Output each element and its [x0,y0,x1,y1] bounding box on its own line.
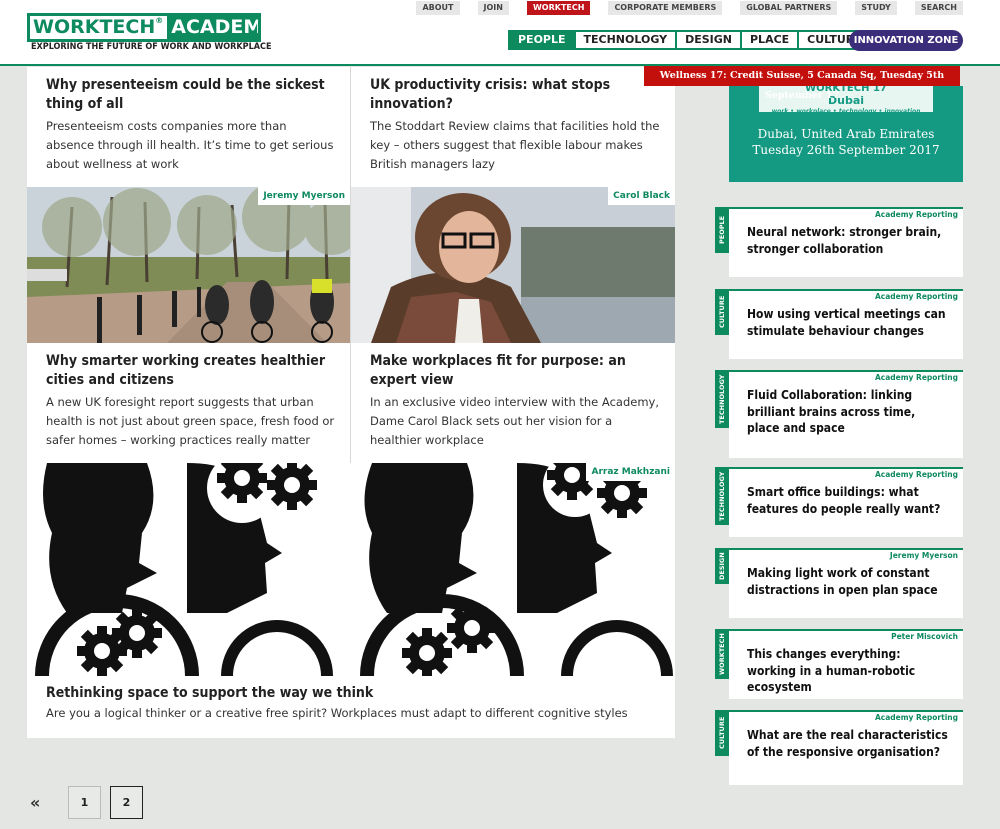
article-author-tag: Carol Black [608,187,675,205]
site-logo[interactable]: WORKTECH® ACADEMY [27,13,261,42]
topnav-worktech[interactable]: WORKTECH [526,1,591,15]
article-card[interactable]: Why presenteeism could be the sickest th… [27,67,350,187]
sidebar-author: Jeremy Myerson [889,551,958,560]
pagination-page-1[interactable]: 1 [68,786,101,819]
topnav-study[interactable]: STUDY [855,1,897,15]
article-title[interactable]: Make workplaces fit for purpose: an expe… [370,352,661,390]
sidebar-author: Academy Reporting [874,210,958,219]
category-tag[interactable]: TECHNOLOGY [715,370,729,428]
sidebar-title[interactable]: Making light work of constant distractio… [747,565,951,598]
sidebar-article[interactable]: TECHNOLOGY Academy Reporting Smart offic… [715,467,963,537]
topnav-join[interactable]: JOIN [477,1,509,15]
article-title[interactable]: Why smarter working creates healthier ci… [46,352,336,390]
article-card[interactable]: Make workplaces fit for purpose: an expe… [351,343,675,463]
sidebar-title[interactable]: How using vertical meetings can stimulat… [747,306,951,339]
topnav-search[interactable]: SEARCH [914,1,963,15]
banner-details: Dubai, United Arab Emirates Tuesday 26th… [752,127,940,157]
article-author-tag: Jeremy Myerson [258,187,350,205]
event-alert-bar[interactable]: Wellness 17: Credit Suisse, 5 Canada Sq,… [644,66,960,101]
sidebar-author: Peter Miscovich [891,632,958,641]
heads-gears-illustration [35,463,673,676]
category-tag[interactable]: TECHNOLOGY [715,467,729,525]
sidebar-title[interactable]: What are the real characteristics of the… [747,727,951,760]
logo-worktech: WORKTECH® [30,16,168,39]
category-tag[interactable]: DESIGN [715,548,729,584]
pagination-page-2[interactable]: 2 [110,786,143,819]
article-author-tag: Arraz Makhzani [586,463,675,481]
article-title[interactable]: Rethinking space to support the way we t… [46,684,661,703]
sidebar-title[interactable]: Neural network: stronger brain, stronger… [747,224,951,257]
sidebar-article[interactable]: WORKTECH Peter Miscovich This changes ev… [715,629,963,699]
site-header: WORKTECH® ACADEMY EXPLORING THE FUTURE O… [0,0,1000,66]
sidebar-article[interactable]: CULTURE Academy Reporting What are the r… [715,710,963,785]
logo-academy: ACADEMY [167,16,258,39]
pagination-prev-button[interactable]: « [30,793,68,812]
cyclists-park-image [27,187,350,343]
article-description: Presenteeism costs companies more than a… [46,119,334,171]
sidebar-author: Academy Reporting [874,470,958,479]
topnav-global-partners[interactable]: GLOBAL PARTNERS [740,1,838,15]
article-image-heads[interactable]: Arraz Makhzani [27,463,675,676]
article-description: A new UK foresight report suggests that … [46,395,335,447]
category-tag[interactable]: CULTURE [715,710,729,756]
article-title[interactable]: UK productivity crisis: what stops innov… [370,76,661,114]
article-image-portrait[interactable]: Carol Black [351,187,675,343]
article-title[interactable]: Why presenteeism could be the sickest th… [46,76,336,114]
sidebar-author: Academy Reporting [874,292,958,301]
grid-divider [350,67,351,463]
article-card[interactable]: Rethinking space to support the way we t… [27,676,675,738]
sidebar-author: Academy Reporting [874,373,958,382]
sidebar-title[interactable]: Smart office buildings: what features do… [747,484,951,517]
site-tagline: EXPLORING THE FUTURE OF WORK AND WORKPLA… [31,42,272,52]
category-tag[interactable]: PEOPLE [715,207,729,253]
carol-black-portrait-image [351,187,675,343]
topnav-corporate-members[interactable]: CORPORATE MEMBERS [608,1,723,15]
article-description: Are you a logical thinker or a creative … [46,706,628,720]
article-card[interactable]: UK productivity crisis: what stops innov… [351,67,675,187]
sidebar-article[interactable]: TECHNOLOGY Academy Reporting Fluid Colla… [715,370,963,458]
sidebar-article[interactable]: PEOPLE Academy Reporting Neural network:… [715,207,963,277]
nav-place[interactable]: PLACE [740,30,800,50]
article-description: The Stoddart Review claims that faciliti… [370,119,660,171]
article-description: In an exclusive video interview with the… [370,395,659,447]
pagination: « 1 2 [30,786,152,819]
category-tag[interactable]: WORKTECH [715,629,729,679]
topnav-about[interactable]: ABOUT [416,1,460,15]
nav-design[interactable]: DESIGN [675,30,742,50]
sidebar-author: Academy Reporting [874,713,958,722]
article-image-cyclists[interactable]: Jeremy Myerson [27,187,350,343]
sidebar-title[interactable]: This changes everything: working in a hu… [747,646,951,696]
article-card[interactable]: Why smarter working creates healthier ci… [27,343,350,463]
main-nav: PEOPLE TECHNOLOGY DESIGN PLACE CULTURE [508,30,872,50]
top-nav: ABOUT JOIN WORKTECH CORPORATE MEMBERS GL… [402,1,963,15]
sidebar-article[interactable]: CULTURE Academy Reporting How using vert… [715,289,963,359]
innovation-zone-button[interactable]: INNOVATION ZONE [849,30,963,51]
nav-technology[interactable]: TECHNOLOGY [573,30,678,50]
sidebar-title[interactable]: Fluid Collaboration: linking brilliant b… [747,387,951,437]
sidebar-article[interactable]: DESIGN Jeremy Myerson Making light work … [715,548,963,618]
nav-people[interactable]: PEOPLE [508,30,576,50]
category-tag[interactable]: CULTURE [715,289,729,335]
